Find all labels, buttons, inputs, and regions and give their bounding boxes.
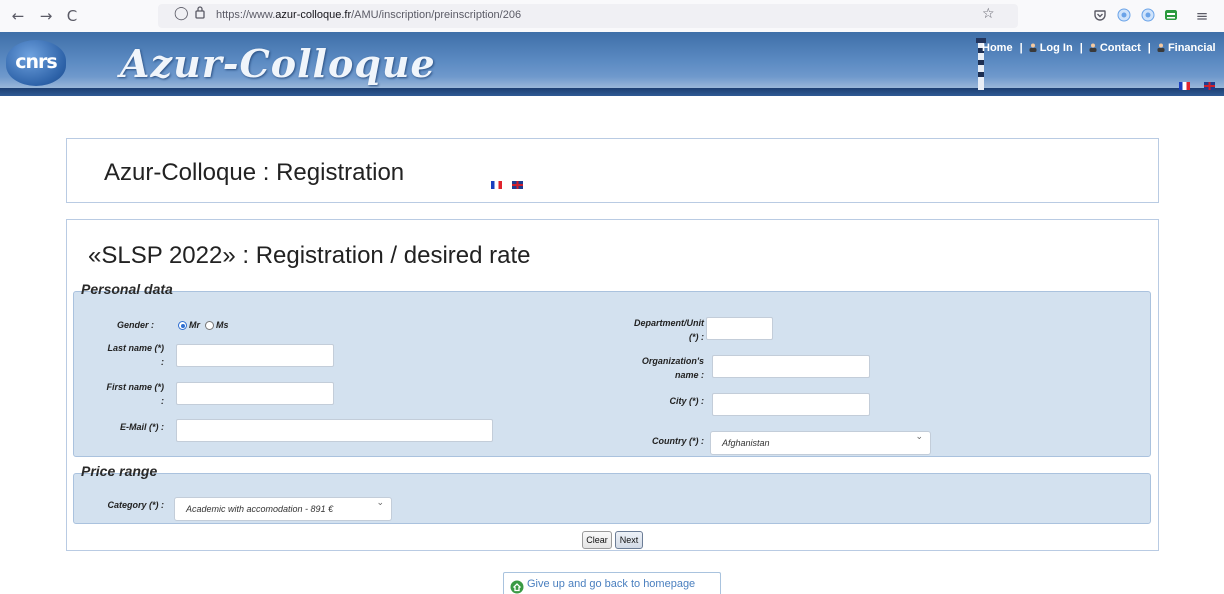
price-range-fieldset: Price range Category (*) : Academic with… [73, 463, 1151, 524]
department-label: Department/Unit (*) : [633, 318, 704, 342]
next-button[interactable]: Next [615, 531, 643, 549]
pocket-icon[interactable] [1093, 8, 1107, 22]
gender-ms-label[interactable]: Ms [216, 320, 229, 330]
clear-button[interactable]: Clear [582, 531, 612, 549]
person-icon [1089, 43, 1097, 52]
country-select-value: Afghanistan [722, 438, 770, 448]
tracking-shield-icon[interactable]: ◯ [174, 6, 189, 21]
site-banner: cnrs Azur-Colloque Home | Log In | Contact… [0, 32, 1224, 96]
browser-toolbar: ← → C ◯ https://www.azur-colloque.fr/AMU… [0, 0, 1224, 32]
gender-label: Gender : [116, 320, 154, 330]
person-icon [1157, 43, 1165, 52]
category-select[interactable]: Academic with accomodation - 891 € ⌄ [174, 497, 392, 521]
nav-login-link[interactable]: Log In [1040, 42, 1073, 54]
give-up-label: Give up and go back to homepage [527, 578, 696, 590]
menu-icon[interactable]: ≡ [1192, 6, 1212, 26]
french-flag-icon[interactable] [491, 180, 502, 189]
extension-icon[interactable] [1141, 8, 1155, 22]
person-icon [1029, 43, 1037, 52]
give-up-button[interactable]: Give up and go back to homepage [503, 572, 721, 594]
cnrs-logo[interactable]: cnrs [6, 40, 66, 86]
country-select[interactable]: Afghanistan ⌄ [710, 431, 931, 455]
category-select-value: Academic with accomodation - 891 € [186, 504, 334, 514]
city-label: City (*) : [669, 396, 705, 406]
organization-label: Organization's name : [641, 356, 704, 380]
nav-contact-link[interactable]: Contact [1100, 42, 1141, 54]
nav-financial-link[interactable]: Financial [1168, 42, 1216, 54]
category-label: Category (*) : [107, 500, 164, 510]
form-title: «SLSP 2022» : Registration / desired rat… [88, 242, 531, 269]
chevron-down-icon: ⌄ [915, 432, 923, 442]
last-name-input[interactable] [176, 344, 334, 367]
page-heading: Azur-Colloque : Registration [104, 159, 405, 186]
banner-language-flags [1179, 77, 1216, 95]
account-icon[interactable] [1164, 8, 1178, 22]
nav-separator: | [1147, 42, 1151, 54]
url-text[interactable]: https://www.azur-colloque.fr/AMU/inscrip… [216, 9, 521, 21]
top-navigation: Home | Log In | Contact | Financial [982, 42, 1219, 54]
country-label: Country (*) : [652, 436, 704, 446]
last-name-label: Last name (*): [107, 343, 164, 367]
english-flag-icon[interactable] [512, 180, 523, 189]
french-flag-icon[interactable] [1179, 81, 1190, 90]
language-flags [491, 176, 533, 194]
nav-separator: | [1019, 42, 1023, 54]
chevron-down-icon: ⌄ [376, 498, 384, 508]
first-name-label: First name (*): [106, 382, 164, 406]
personal-data-fieldset: Personal data Gender : Mr Ms Last name (… [73, 281, 1151, 457]
home-arrow-icon [510, 580, 524, 594]
bookmark-star-icon[interactable]: ☆ [982, 6, 995, 22]
personal-data-legend: Personal data [81, 281, 173, 297]
english-flag-icon[interactable] [1204, 81, 1216, 90]
nav-home-link[interactable]: Home [982, 42, 1013, 54]
site-title[interactable]: Azur-Colloque [120, 41, 436, 86]
organization-input[interactable] [712, 355, 870, 378]
lock-icon[interactable] [195, 5, 205, 19]
reload-icon[interactable]: C [62, 6, 82, 26]
banner-sea-decoration [0, 88, 1224, 96]
email-label: E-Mail (*) : [120, 422, 164, 432]
forward-icon[interactable]: → [36, 6, 56, 26]
gender-mr-radio[interactable] [178, 321, 187, 330]
department-input[interactable] [706, 317, 773, 340]
city-input[interactable] [712, 393, 870, 416]
price-range-legend: Price range [81, 463, 158, 479]
gender-mr-label[interactable]: Mr [189, 320, 200, 330]
registration-form-panel: «SLSP 2022» : Registration / desired rat… [66, 219, 1159, 551]
registration-header-panel: Azur-Colloque : Registration [66, 138, 1159, 203]
email-input[interactable] [176, 419, 493, 442]
extension-icon[interactable] [1117, 8, 1131, 22]
first-name-input[interactable] [176, 382, 334, 405]
back-icon[interactable]: ← [8, 6, 28, 26]
nav-separator: | [1079, 42, 1083, 54]
gender-ms-radio[interactable] [205, 321, 214, 330]
